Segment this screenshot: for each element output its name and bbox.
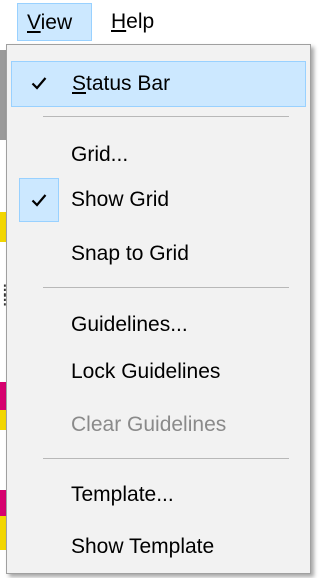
menu-item-guidelines[interactable]: Guidelines... — [11, 303, 306, 349]
menu-item-label: Show Grid — [71, 188, 170, 211]
menu-item-label: Status Bar — [72, 62, 170, 106]
menu-item-label: Grid... — [71, 143, 129, 166]
menu-separator — [43, 458, 289, 459]
checkmark-icon — [31, 194, 47, 207]
menu-view-mnemonic: V — [27, 11, 41, 34]
menu-item-show-grid[interactable]: Show Grid — [11, 178, 306, 224]
menu-item-status-bar[interactable]: Status Bar — [11, 61, 306, 107]
menu-item-lock-guidelines[interactable]: Lock Guidelines — [11, 350, 306, 396]
menu-item-label: Guidelines... — [71, 313, 188, 336]
view-menu-dropdown: Status Bar Grid... Show Grid Snap to Gri… — [6, 44, 311, 574]
menu-help-mnemonic: H — [111, 10, 127, 33]
menu-item-label: Snap to Grid — [71, 242, 189, 265]
menu-bar: View Help — [0, 0, 324, 44]
menu-item-show-template[interactable]: Show Template — [11, 525, 306, 571]
menu-help-label: elp — [126, 10, 155, 33]
menu-item-label: Template... — [71, 483, 174, 506]
menu-item-grid[interactable]: Grid... — [11, 133, 306, 179]
menu-view-label: iew — [40, 11, 73, 34]
menu-item-label: Lock Guidelines — [71, 360, 221, 383]
menu-help[interactable]: Help — [102, 3, 172, 41]
menu-item-mnemonic: S — [72, 72, 87, 95]
menu-separator — [43, 116, 289, 117]
checkmark-box — [20, 62, 60, 106]
app-window: ⁝ ⁝ View Help Status Bar Grid... Show Gr… — [0, 0, 324, 578]
menu-item-text: tatus Bar — [86, 72, 171, 95]
checkmark-icon — [31, 77, 47, 90]
checkmark-box — [19, 178, 59, 222]
menu-separator — [43, 287, 289, 288]
menu-item-label: Show Template — [71, 535, 215, 558]
menu-item-clear-guidelines: Clear Guidelines — [11, 403, 306, 449]
menu-item-template[interactable]: Template... — [11, 473, 306, 519]
menu-item-label: Clear Guidelines — [71, 413, 227, 436]
menu-view[interactable]: View — [17, 3, 92, 41]
menu-item-snap-to-grid[interactable]: Snap to Grid — [11, 232, 306, 278]
